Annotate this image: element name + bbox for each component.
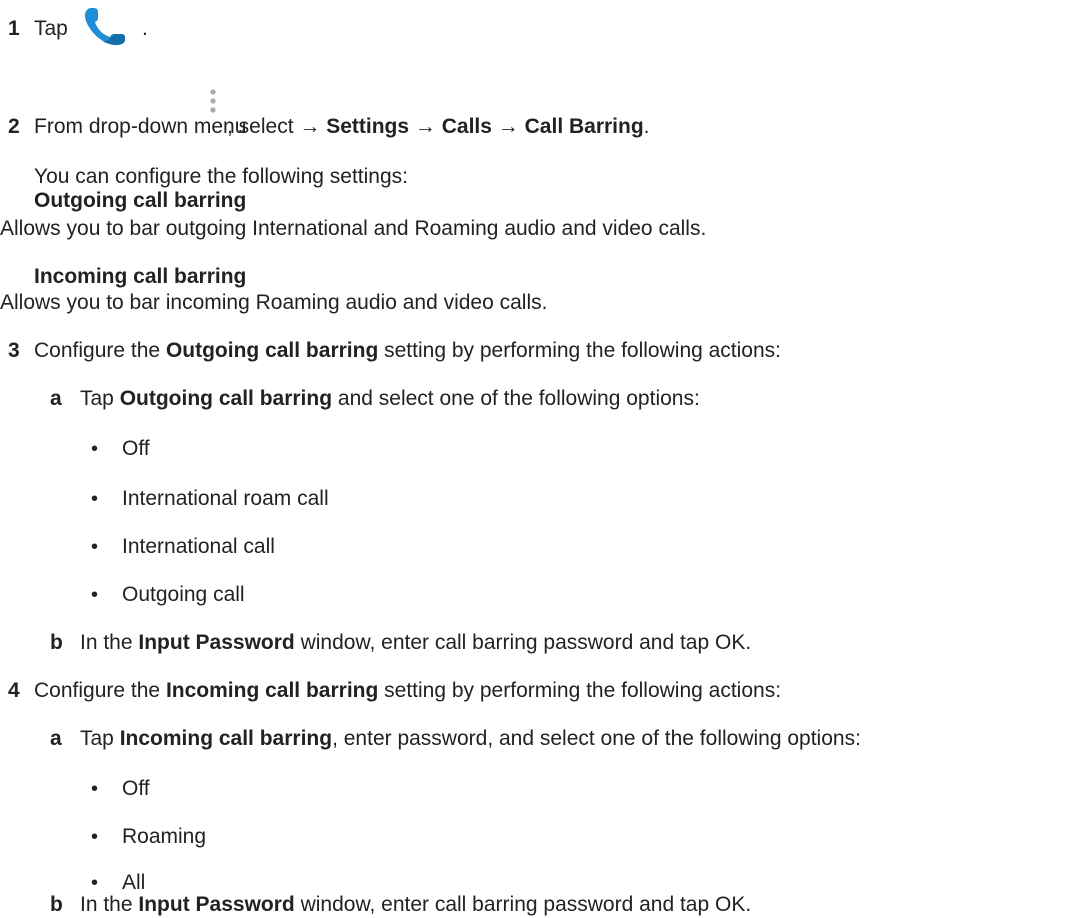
option-text: International call — [122, 535, 275, 558]
bullet: • — [91, 584, 99, 606]
substep-pre: Tap — [80, 387, 114, 410]
settings-label: Settings — [326, 115, 410, 138]
intro-text: You can configure the following settings… — [34, 165, 408, 188]
incoming-heading: Incoming call barring — [34, 264, 246, 290]
step-4a: a Tap Incoming call barring, enter passw… — [0, 726, 1081, 752]
substep-bold: Input Password — [138, 893, 295, 916]
option-text: Roaming — [122, 825, 207, 848]
substep-post: window, enter call barring password and … — [300, 893, 752, 916]
option-text: Outgoing call — [122, 583, 245, 606]
step-4: 4 Configure the Incoming call barring se… — [0, 678, 1081, 704]
step-text-cont: , select → Settings → Calls → Call Barri… — [227, 114, 650, 140]
step-3: 3 Configure the Outgoing call barring se… — [0, 338, 1081, 364]
list-item: • Off — [0, 436, 600, 462]
option-text: International roam call — [122, 487, 329, 510]
substep-pre: Tap — [80, 727, 114, 750]
substep-letter: a — [50, 727, 62, 750]
incoming-heading-text: Incoming call barring — [34, 265, 247, 288]
bullet: • — [91, 438, 99, 460]
substep-post: , enter password, and select one of the … — [332, 727, 861, 750]
substep-pre: In the — [80, 631, 133, 654]
substep-pre: In the — [80, 893, 133, 916]
step-1-period: . — [142, 17, 148, 40]
arrow: → — [497, 115, 519, 138]
substep-letter: b — [50, 631, 63, 654]
step-4b: b In the Input Password window, enter ca… — [0, 892, 1081, 918]
step-4-bold: Incoming call barring — [165, 679, 379, 702]
substep-bold: Outgoing call barring — [119, 387, 333, 410]
step-2: 2 From drop-down menu , select → Setting… — [0, 114, 1081, 140]
list-item: • All — [0, 856, 600, 894]
substep-post: window, enter call barring password and … — [300, 631, 752, 654]
phone-icon — [84, 8, 125, 46]
option-text: Off — [122, 437, 150, 460]
call-barring-label: Call Barring — [524, 115, 644, 138]
step-3-post: setting by performing the following acti… — [384, 339, 782, 362]
step-2-mid: , select → — [227, 115, 321, 138]
step-2-pre: From drop-down menu — [34, 115, 247, 138]
outgoing-heading-text: Outgoing call barring — [34, 189, 247, 212]
step-text: From drop-down menu — [34, 114, 246, 140]
step-3a: a Tap Outgoing call barring and select o… — [0, 386, 1081, 412]
substep-text: In the Input Password window, enter call… — [80, 630, 751, 656]
step-3-bold: Outgoing call barring — [165, 339, 379, 362]
step-text: Tap — [34, 17, 68, 40]
list-item: • International roam call — [0, 486, 600, 512]
option-text: Off — [122, 777, 150, 800]
step-text: Configure the Incoming call barring sett… — [34, 678, 781, 704]
substep-post: and select one of the following options: — [337, 387, 700, 410]
outgoing-desc: Allows you to bar outgoing International… — [0, 217, 707, 240]
bullet: • — [91, 778, 99, 800]
substep-bold: Input Password — [138, 631, 295, 654]
substep-text: In the Input Password window, enter call… — [80, 892, 751, 918]
substep-letter: a — [50, 387, 62, 410]
period: . — [643, 115, 650, 138]
substep-text: Tap Outgoing call barring and select one… — [80, 386, 700, 412]
substep-text: Tap Incoming call barring, enter passwor… — [80, 726, 861, 752]
outgoing-heading: Outgoing call barring — [34, 188, 246, 214]
bullet: • — [91, 826, 99, 848]
step-4-pre: Configure the — [34, 679, 161, 702]
arrow: → — [414, 115, 436, 138]
substep-bold: Incoming call barring — [119, 727, 333, 750]
calls-label: Calls — [441, 115, 492, 138]
list-item: • Outgoing call — [0, 582, 600, 608]
step-number: 4 — [8, 679, 20, 702]
step-number: 2 — [8, 115, 20, 138]
step-3-pre: Configure the — [34, 339, 161, 362]
list-item: • International call — [0, 534, 600, 560]
step-number: 1 — [8, 17, 20, 40]
step-4-post: setting by performing the following acti… — [384, 679, 782, 702]
bullet: • — [91, 488, 99, 510]
incoming-desc: Allows you to bar incoming Roaming audio… — [0, 291, 548, 314]
bullet: • — [91, 536, 99, 558]
substep-letter: b — [50, 893, 63, 916]
list-item: • Off — [0, 776, 600, 802]
step-number: 3 — [8, 339, 20, 362]
step-text: Configure the Outgoing call barring sett… — [34, 338, 781, 364]
list-item: • Roaming — [0, 824, 600, 850]
step-3b: b In the Input Password window, enter ca… — [0, 630, 1081, 656]
